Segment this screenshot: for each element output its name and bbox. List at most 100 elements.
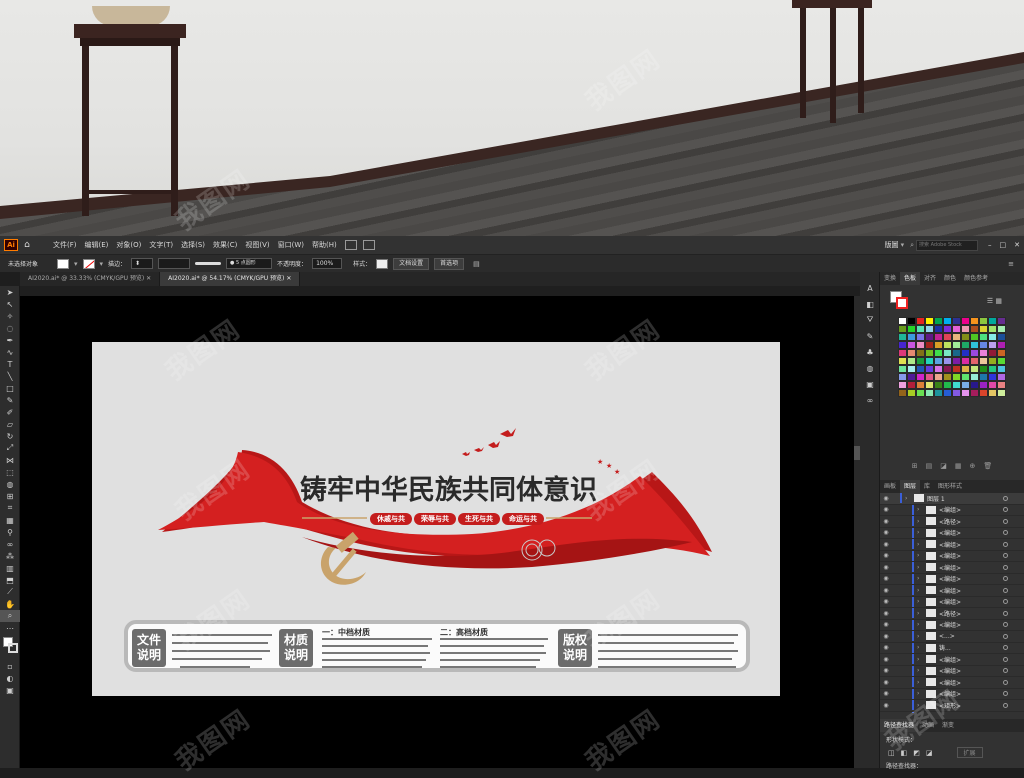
swatch[interactable] [988, 373, 997, 381]
swatch[interactable] [952, 349, 961, 357]
chevron-right-icon[interactable]: › [917, 702, 923, 709]
tab-animation[interactable]: 动画 [918, 719, 938, 732]
swatch[interactable] [898, 357, 907, 365]
swatch[interactable] [925, 325, 934, 333]
chevron-right-icon[interactable]: › [917, 587, 923, 594]
shape-builder-icon[interactable]: ◍ [0, 478, 20, 490]
target-circle-icon[interactable] [1003, 668, 1008, 673]
swatch[interactable] [952, 341, 961, 349]
target-circle-icon[interactable] [1003, 507, 1008, 512]
stroke-swatch[interactable] [83, 259, 95, 269]
visibility-eye-icon[interactable]: ◉ [880, 541, 892, 548]
swatch[interactable] [898, 373, 907, 381]
target-circle-icon[interactable] [1003, 576, 1008, 581]
swatch[interactable] [943, 349, 952, 357]
swatch[interactable] [961, 325, 970, 333]
layer-row[interactable]: ◉›<编组> [880, 574, 1024, 586]
visibility-eye-icon[interactable]: ◉ [880, 656, 892, 663]
visibility-eye-icon[interactable]: ◉ [880, 564, 892, 571]
symbols-panel-icon[interactable]: ♣ [860, 346, 880, 358]
menu-object[interactable]: 对象(O) [112, 240, 145, 250]
tab-pathfinder[interactable]: 路径查找器 [880, 719, 918, 732]
visibility-eye-icon[interactable]: ◉ [880, 633, 892, 640]
direct-selection-tool-icon[interactable]: ↖ [0, 298, 20, 310]
swatch[interactable] [898, 341, 907, 349]
symbol-sprayer-icon[interactable]: ⁂ [0, 550, 20, 562]
swatch[interactable] [943, 381, 952, 389]
chevron-right-icon[interactable]: › [917, 621, 923, 628]
swatch-options-icon[interactable]: ◪ [940, 462, 947, 470]
new-swatch-icon[interactable]: ⊕ [969, 462, 975, 470]
target-circle-icon[interactable] [1003, 565, 1008, 570]
swatch[interactable] [916, 381, 925, 389]
slice-tool-icon[interactable]: ⟋ [0, 586, 20, 598]
chevron-right-icon[interactable]: › [917, 506, 923, 513]
visibility-eye-icon[interactable]: ◉ [880, 610, 892, 617]
layer-row-main[interactable]: ◉›图层 1 [880, 493, 1024, 505]
swatch[interactable] [916, 317, 925, 325]
visibility-eye-icon[interactable]: ◉ [880, 518, 892, 525]
swatch[interactable] [970, 389, 979, 397]
tab-transform[interactable]: 变换 [880, 272, 900, 285]
swatch[interactable] [934, 381, 943, 389]
swatch[interactable] [907, 317, 916, 325]
swatch[interactable] [997, 333, 1006, 341]
perspective-grid-icon[interactable]: ⊞ [0, 490, 20, 502]
stroke-dropdown[interactable]: ▾ [100, 260, 104, 268]
swatch[interactable] [961, 357, 970, 365]
target-circle-icon[interactable] [1003, 553, 1008, 558]
swatch[interactable] [916, 373, 925, 381]
style-swatch[interactable] [376, 259, 388, 269]
swatch[interactable] [979, 341, 988, 349]
swatch[interactable] [961, 333, 970, 341]
paintbrush-tool-icon[interactable]: ✎ [0, 394, 20, 406]
swatch[interactable] [934, 357, 943, 365]
visibility-eye-icon[interactable]: ◉ [880, 506, 892, 513]
swatch[interactable] [916, 333, 925, 341]
swatch-kind-icon[interactable]: ▤ [926, 462, 933, 470]
chevron-right-icon[interactable]: › [917, 598, 923, 605]
target-circle-icon[interactable] [1003, 496, 1008, 501]
swatch[interactable] [961, 317, 970, 325]
swatch[interactable] [997, 349, 1006, 357]
stroke-panel-icon[interactable]: ⛛ [860, 314, 880, 326]
swatch[interactable] [925, 389, 934, 397]
swatch[interactable] [970, 317, 979, 325]
visibility-eye-icon[interactable]: ◉ [880, 679, 892, 686]
tab-align[interactable]: 对齐 [920, 272, 940, 285]
delete-swatch-icon[interactable]: 🗑 [983, 462, 992, 470]
curvature-tool-icon[interactable]: ∿ [0, 346, 20, 358]
swatch[interactable] [961, 381, 970, 389]
layer-row[interactable]: ◉›<编组> [880, 505, 1024, 517]
eyedropper-icon[interactable]: ⚲ [0, 526, 20, 538]
adobe-stock-search[interactable]: 搜索 Adobe Stock [916, 240, 978, 251]
zoom-tool-icon[interactable]: ⌕ [0, 610, 20, 622]
tab-swatches[interactable]: 色板 [900, 272, 920, 285]
swatch[interactable] [916, 341, 925, 349]
chevron-right-icon[interactable]: › [917, 644, 923, 651]
swatch[interactable] [916, 349, 925, 357]
unite-icon[interactable]: ◫ [888, 749, 895, 757]
swatch[interactable] [988, 389, 997, 397]
swatch[interactable] [925, 373, 934, 381]
layer-row[interactable]: ◉›<编组> [880, 562, 1024, 574]
swatch[interactable] [898, 389, 907, 397]
tab-artboards[interactable]: 画板 [880, 480, 900, 493]
swatch[interactable] [979, 381, 988, 389]
swatch[interactable] [961, 389, 970, 397]
fill-stroke-widget[interactable] [0, 634, 20, 660]
swatch[interactable] [988, 341, 997, 349]
swatch[interactable] [925, 349, 934, 357]
tab-layers[interactable]: 图层 [900, 480, 920, 493]
target-circle-icon[interactable] [1003, 691, 1008, 696]
swatch[interactable] [997, 373, 1006, 381]
target-circle-icon[interactable] [1003, 519, 1008, 524]
chevron-right-icon[interactable]: › [917, 541, 923, 548]
visibility-eye-icon[interactable]: ◉ [880, 587, 892, 594]
target-circle-icon[interactable] [1003, 703, 1008, 708]
swatch[interactable] [907, 365, 916, 373]
bridge-icon[interactable] [345, 240, 357, 250]
exclude-icon[interactable]: ◪ [926, 749, 933, 757]
swatch[interactable] [952, 365, 961, 373]
brushes-panel-icon[interactable]: ✎ [860, 330, 880, 342]
